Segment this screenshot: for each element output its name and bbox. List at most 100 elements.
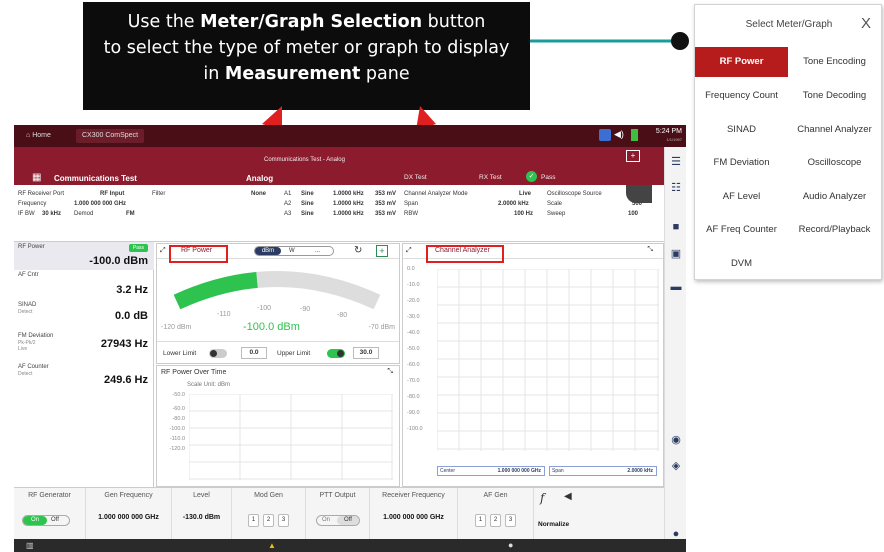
folder-icon[interactable]: ▬ <box>669 280 683 294</box>
collapse-icon[interactable]: ⤢ <box>160 247 166 255</box>
fm-deviation-sub2: Live <box>18 346 28 352</box>
on-option: On <box>322 517 331 523</box>
menu-item-sinad[interactable]: SINAD <box>695 115 788 145</box>
mod-gen-2[interactable]: 2 <box>263 514 274 527</box>
screenshot-icon[interactable]: ◈ <box>669 459 683 473</box>
mod-gen-1[interactable]: 1 <box>248 514 259 527</box>
a3-label: A3 <box>284 211 292 217</box>
af-gen-1[interactable]: 1 <box>475 514 486 527</box>
expand-icon[interactable]: ⤡ <box>647 246 653 254</box>
callout-connector <box>530 32 689 50</box>
device-tab[interactable]: CX300 ComSpect <box>76 129 145 143</box>
ca-center-label: Center <box>440 468 456 474</box>
camera-icon[interactable]: ◉ <box>669 433 683 447</box>
normalize-cell: f ◀ Normalize <box>534 488 584 540</box>
collapse-icon[interactable]: ⤢ <box>406 247 412 255</box>
refresh-icon[interactable]: ↻ <box>354 245 362 256</box>
menu-title: Select Meter/Graph <box>745 19 833 30</box>
gen-frequency-cell[interactable]: Gen Frequency 1.000 000 000 GHz <box>86 488 172 540</box>
fm-deviation-result[interactable]: FM Deviation Pk-Pk/2 Live 27943 Hz <box>14 328 154 362</box>
menu-item-af-level[interactable]: AF Level <box>695 182 788 212</box>
a2-label: A2 <box>284 201 292 207</box>
ca-span-label: Span <box>552 468 564 474</box>
demod-value: FM <box>126 211 135 217</box>
rf-generator-label: RF Generator <box>28 492 71 499</box>
menu-item-tone-decoding[interactable]: Tone Decoding <box>788 81 881 111</box>
ptt-toggle[interactable]: On Off <box>316 515 360 526</box>
settings-icon[interactable]: ☷ <box>669 181 683 195</box>
a1-level: 353 mV <box>375 191 397 197</box>
scale-label: Scale <box>547 201 563 207</box>
menu-icon[interactable]: ☰ <box>669 155 683 169</box>
right-toolbar: ☰ ☷ ■ ▣ ▬ ◉ ◈ ● <box>664 147 686 552</box>
save-icon[interactable]: ▣ <box>669 247 683 261</box>
menu-item-record-playback[interactable]: Record/Playback <box>788 215 881 245</box>
sweep-value: 100 <box>628 211 639 217</box>
af-gen-3[interactable]: 3 <box>505 514 516 527</box>
af-gen-2[interactable]: 2 <box>490 514 501 527</box>
rf-power-label: RF Power <box>18 244 45 250</box>
home-tab[interactable]: ⌂ Home <box>20 129 57 143</box>
menu-item-rf-power[interactable]: RF Power <box>695 47 788 77</box>
location-icon[interactable]: ● <box>508 540 513 550</box>
warning-icon[interactable]: ▲ <box>268 541 276 550</box>
lock-icon[interactable]: ■ <box>669 220 683 234</box>
off-option: Off <box>51 517 59 523</box>
menu-item-frequency-count[interactable]: Frequency Count <box>695 81 788 111</box>
rf-power-highlight <box>169 245 228 263</box>
menu-item-tone-encoding[interactable]: Tone Encoding <box>788 47 881 77</box>
sinad-result[interactable]: SINAD Detect 0.0 dB <box>14 296 154 328</box>
receiver-frequency-cell[interactable]: Receiver Frequency 1.000 000 000 GHz <box>370 488 458 540</box>
unit-toggle[interactable]: dBm W ... <box>254 246 334 256</box>
level-cell[interactable]: Level -130.0 dBm <box>172 488 232 540</box>
expand-button[interactable]: + <box>626 150 640 162</box>
mode-sub: Analog <box>246 174 274 183</box>
grid-menu-icon[interactable]: ▦ <box>32 172 41 183</box>
ca-tick: -40.0 <box>407 330 420 336</box>
normalize-button[interactable]: Normalize <box>538 521 569 528</box>
rf-generator-toggle[interactable]: On Off <box>22 515 70 526</box>
menu-item-dvm[interactable]: DVM <box>695 249 788 279</box>
instrument-screen: ⌂ Home CX300 ComSpect ◀) 5:24 PM 1/1/1997… <box>14 125 686 552</box>
mod-gen-3[interactable]: 3 <box>278 514 289 527</box>
lower-limit-toggle[interactable] <box>209 349 227 358</box>
limits-row: Lower Limit 0.0 Upper Limit 30.0 <box>157 341 399 364</box>
instruction-callout: Use the Meter/Graph Selection button to … <box>83 2 530 110</box>
a1-label: A1 <box>284 191 292 197</box>
menu-item-oscilloscope[interactable]: Oscilloscope <box>788 148 881 178</box>
volume-icon: ◀) <box>614 129 624 139</box>
ifbw-value: 30 kHz <box>42 211 62 217</box>
rf-port-value: RF Input <box>100 191 125 197</box>
speaker-icon[interactable]: ◀ <box>564 491 572 502</box>
close-icon[interactable]: X <box>861 15 871 32</box>
fm-deviation-value: 27943 Hz <box>100 338 148 350</box>
rf-power-result[interactable]: RF Power Pass -100.0 dBm <box>14 242 154 270</box>
upper-limit-toggle[interactable] <box>327 349 345 358</box>
tx-test[interactable]: DX Test <box>404 174 427 181</box>
add-icon[interactable]: + <box>376 245 388 257</box>
ca-center-box[interactable]: Center 1.000 000 000 GHz <box>437 466 545 476</box>
function-icon[interactable]: f <box>540 491 544 505</box>
a1-freq: 1.0000 kHz <box>333 191 364 197</box>
upper-limit-label: Upper Limit <box>277 350 311 357</box>
af-cntr-result[interactable]: AF Cntr 3.2 Hz <box>14 270 154 296</box>
osc-label: Oscilloscope Source <box>547 191 602 197</box>
clock: 5:24 PM 1/1/1997 <box>655 128 682 142</box>
grid-icon[interactable]: ▥ <box>26 541 34 550</box>
unit-dbm: dBm <box>255 247 281 255</box>
ca-span-box[interactable]: Span 2.0000 kHz <box>549 466 657 476</box>
menu-item-channel-analyzer[interactable]: Channel Analyzer <box>788 115 881 145</box>
menu-item-audio-analyzer[interactable]: Audio Analyzer <box>788 182 881 212</box>
sinad-label: SINAD <box>18 302 37 308</box>
expand-icon[interactable]: ⤡ <box>387 368 393 376</box>
ca-tick: -70.0 <box>407 378 420 384</box>
menu-item-fm-deviation[interactable]: FM Deviation <box>695 148 788 178</box>
menu-item-af-freq-counter[interactable]: AF Freq Counter <box>695 215 788 245</box>
rx-test[interactable]: RX Test <box>479 174 502 181</box>
lower-limit-field[interactable]: 0.0 <box>241 347 267 359</box>
gauge-min: -120 dBm <box>161 324 192 331</box>
freq-label: Frequency <box>18 201 47 207</box>
af-counter-result[interactable]: AF Counter Detect 249.6 Hz <box>14 362 154 398</box>
upper-limit-field[interactable]: 30.0 <box>353 347 379 359</box>
callout-line-1: Use the Meter/Graph Selection button <box>127 12 486 32</box>
